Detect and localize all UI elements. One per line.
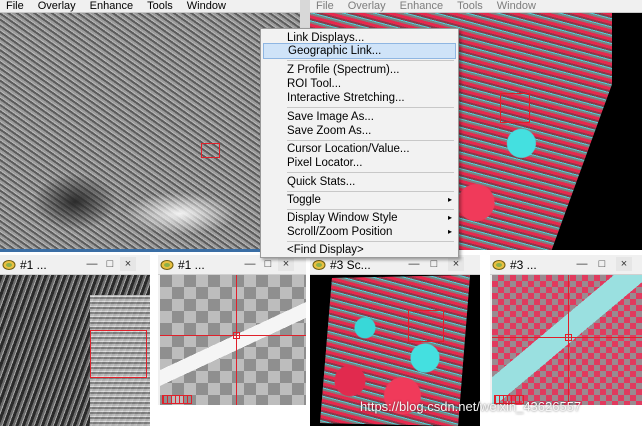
minimize-button[interactable]: — (84, 257, 100, 271)
menu-item-geographic-link[interactable]: Geographic Link... (263, 43, 456, 59)
bottom-window-2-zoom-image[interactable] (160, 275, 306, 405)
minimize-button[interactable]: — (406, 257, 422, 271)
menu-separator (287, 107, 454, 108)
menu-item-toggle[interactable]: Toggle ▸ (263, 192, 456, 208)
left-menu-file[interactable]: File (6, 0, 24, 13)
left-menu-enhance[interactable]: Enhance (90, 0, 133, 13)
bottom-window-2: #1 ... — □ × (158, 255, 306, 405)
scroll-box-marker (408, 310, 444, 342)
envi-display-icon (160, 260, 174, 270)
right-menu-tools[interactable]: Tools (457, 0, 483, 13)
menu-item-scroll-zoom-position[interactable]: Scroll/Zoom Position ▸ (263, 224, 456, 240)
minimize-button[interactable]: — (574, 257, 590, 271)
watermark-text: https://blog.csdn.net/weixin_43626557 (360, 399, 582, 414)
bottom-window-4-titlebar[interactable]: #3 ... — □ × (490, 255, 642, 275)
maximize-button[interactable]: □ (260, 257, 276, 271)
scroll-box-marker (90, 330, 147, 378)
minimize-button[interactable]: — (242, 257, 258, 271)
bottom-window-3-titlebar[interactable]: #3 Sc... — □ × (310, 255, 480, 275)
menu-item-save-zoom-as[interactable]: Save Zoom As... (263, 123, 456, 139)
bottom-window-2-title: #1 ... (178, 258, 205, 272)
menu-item-quick-stats[interactable]: Quick Stats... (263, 174, 456, 190)
bottom-window-2-titlebar[interactable]: #1 ... — □ × (158, 255, 306, 275)
menu-item-toggle-label: Toggle (287, 194, 321, 206)
menu-item-pixel-locator[interactable]: Pixel Locator... (263, 155, 456, 171)
maximize-button[interactable]: □ (426, 257, 442, 271)
bottom-window-4: #3 ... — □ × (490, 255, 642, 405)
envi-display-icon (492, 260, 506, 270)
display-context-menu: Link Displays... Geographic Link... Z Pr… (260, 28, 459, 258)
left-menu-tools[interactable]: Tools (147, 0, 173, 13)
zoom-level-indicator (162, 395, 192, 404)
right-menu-overlay[interactable]: Overlay (348, 0, 386, 13)
menu-item-display-window-style-label: Display Window Style (287, 212, 398, 224)
chevron-right-icon: ▸ (447, 195, 452, 204)
bottom-window-3-title: #3 Sc... (330, 258, 371, 272)
bottom-window-1-titlebar[interactable]: #1 ... — □ × (0, 255, 150, 275)
menu-item-find-display[interactable]: <Find Display> (263, 242, 456, 258)
left-main-image[interactable] (0, 13, 300, 249)
right-menu-file[interactable]: File (316, 0, 334, 13)
menu-item-scroll-zoom-position-label: Scroll/Zoom Position (287, 226, 393, 238)
zoom-box-marker (201, 143, 220, 158)
bottom-window-4-zoom-image[interactable] (492, 275, 642, 405)
right-zoom-box-marker (500, 93, 530, 123)
bottom-window-1-title: #1 ... (20, 258, 47, 272)
envi-display-icon (312, 260, 326, 270)
maximize-button[interactable]: □ (594, 257, 610, 271)
right-menu-enhance[interactable]: Enhance (400, 0, 443, 13)
close-button[interactable]: × (448, 257, 464, 271)
right-menu-window[interactable]: Window (497, 0, 536, 13)
menu-separator (287, 172, 454, 173)
maximize-button[interactable]: □ (102, 257, 118, 271)
right-menubar: File Overlay Enhance Tools Window (310, 0, 642, 13)
close-button[interactable]: × (120, 257, 136, 271)
chevron-right-icon: ▸ (447, 227, 452, 236)
left-menubar: File Overlay Enhance Tools Window (0, 0, 300, 13)
crosshair-vertical (236, 275, 237, 405)
menu-item-interactive-stretching[interactable]: Interactive Stretching... (263, 90, 456, 106)
bottom-window-4-title: #3 ... (510, 258, 537, 272)
close-button[interactable]: × (278, 257, 294, 271)
crosshair-center-box (565, 334, 572, 341)
bottom-window-1: #1 ... — □ × (0, 255, 150, 426)
left-menu-overlay[interactable]: Overlay (38, 0, 76, 13)
envi-display-icon (2, 260, 16, 270)
crosshair-center-box (233, 332, 240, 339)
left-menu-window[interactable]: Window (187, 0, 226, 13)
bottom-window-1-image[interactable] (0, 275, 150, 426)
close-button[interactable]: × (616, 257, 632, 271)
menu-separator (287, 60, 454, 61)
